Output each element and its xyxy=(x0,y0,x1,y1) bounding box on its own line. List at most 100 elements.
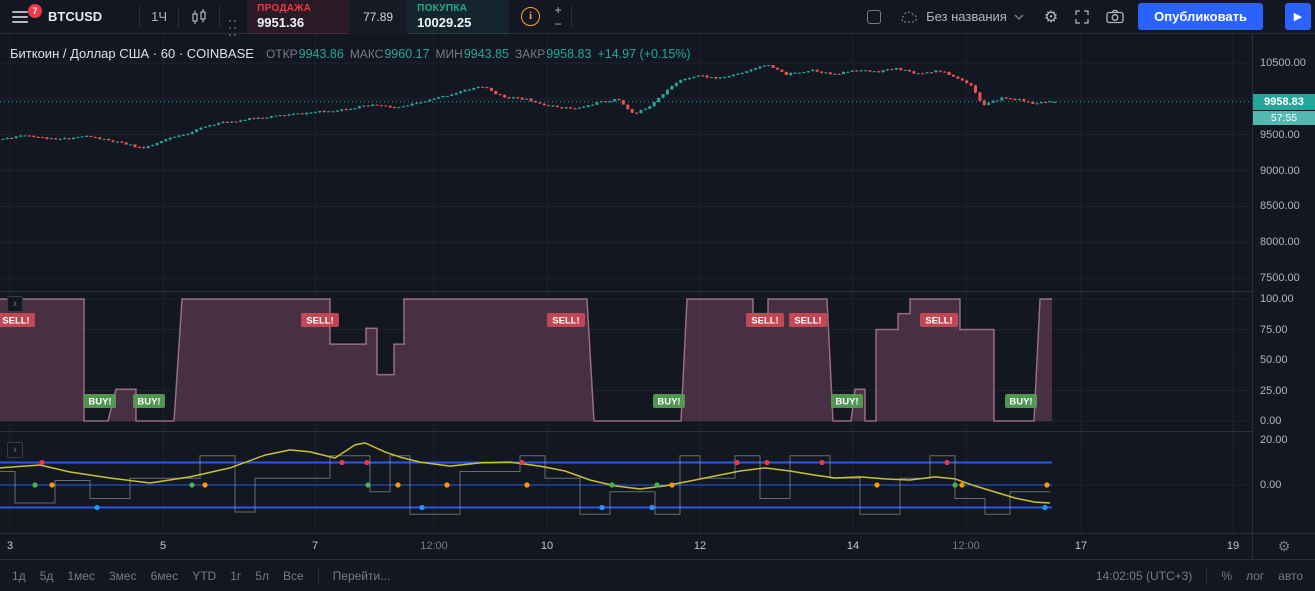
drag-handle[interactable] xyxy=(229,9,239,36)
tradingview-chart-app: 7 BTCUSD 1Ч ПРОДАЖА 9951.36 77.89 ПОКУПК… xyxy=(0,0,1315,591)
chevron-down-icon xyxy=(1014,13,1024,20)
open-label: ОТКР xyxy=(265,47,298,61)
time-axis[interactable]: 3 5 7 12:00 10 12 14 12:00 17 19 xyxy=(0,533,1253,560)
price-axis-label: 100.00 xyxy=(1260,293,1294,305)
candlestick-chart[interactable] xyxy=(0,34,1252,291)
pane-separator[interactable] xyxy=(0,431,1315,432)
range-1y[interactable]: 1г xyxy=(230,569,241,583)
candlestick-icon xyxy=(192,8,206,24)
minus-button[interactable]: − xyxy=(548,17,568,31)
svg-text:BUY!: BUY! xyxy=(88,397,111,408)
sell-price: 9951.36 xyxy=(257,15,305,30)
auto-scale-button[interactable]: авто xyxy=(1278,569,1303,583)
time-axis-label: 12:00 xyxy=(952,540,980,552)
time-axis-label: 5 xyxy=(159,540,167,552)
screenshot-button[interactable] xyxy=(1104,7,1126,26)
svg-text:BUY!: BUY! xyxy=(1009,397,1032,408)
legend-open: ОТКР 9943.86 xyxy=(266,47,344,61)
legend-high: МАКС 9960.17 xyxy=(350,47,430,61)
svg-text:SELL!: SELL! xyxy=(925,316,952,327)
play-panel-button[interactable]: ▶ xyxy=(1285,3,1311,30)
settings-button[interactable]: ⚙ xyxy=(1042,7,1060,27)
signal-area-chart[interactable]: SELL! SELL! SELL! SELL! SELL! SELL! BUY! BUY! BU… xyxy=(0,291,1252,431)
svg-text:SELL!: SELL! xyxy=(552,316,579,327)
range-6m[interactable]: 6мес xyxy=(151,569,179,583)
chart-style-button[interactable] xyxy=(182,3,216,31)
change-value: +14.97 (+0.15%) xyxy=(597,47,691,61)
time-axis-label: 14 xyxy=(846,540,860,552)
cloud-icon xyxy=(901,11,918,23)
log-scale-button[interactable]: лог xyxy=(1246,569,1264,583)
price-axis[interactable]: 0.00 20.00 0.00 25.00 50.00 75.00 100.00 7500.0… xyxy=(1252,34,1315,533)
symbol-button[interactable]: BTCUSD xyxy=(38,3,136,31)
buy-price: 10029.25 xyxy=(417,15,472,30)
time-axis-label: 3 xyxy=(6,540,14,552)
time-axis-label: 7 xyxy=(311,540,319,552)
price-axis-label: 8000.00 xyxy=(1260,236,1300,248)
price-axis-label: 0.00 xyxy=(1260,479,1282,491)
collapse-pane-button[interactable]: › xyxy=(7,442,23,458)
toolbar-separator xyxy=(178,5,180,28)
time-axis-label: 12 xyxy=(693,540,707,552)
trade-widget: ПРОДАЖА 9951.36 77.89 ПОКУПКА 10029.25 xyxy=(247,0,510,34)
bottom-toolbar: 1д 5д 1мес 3мес 6мес YTD 1г 5л Все Перей… xyxy=(0,559,1315,591)
axis-settings-corner[interactable]: ⚙ xyxy=(1252,533,1315,560)
plus-button[interactable]: + xyxy=(548,3,568,17)
main-menu-button[interactable]: 7 xyxy=(6,3,42,31)
fullscreen-button[interactable] xyxy=(1072,7,1092,27)
range-1m[interactable]: 1мес xyxy=(67,569,95,583)
top-toolbar: 7 BTCUSD 1Ч ПРОДАЖА 9951.36 77.89 ПОКУПК… xyxy=(0,0,1315,36)
layout-name-button[interactable]: Без названия xyxy=(893,8,1030,25)
interval-button[interactable]: 1Ч xyxy=(143,3,175,31)
buy-button[interactable]: ПОКУПКА 10029.25 xyxy=(407,0,510,34)
close-label: ЗАКР xyxy=(515,47,546,61)
svg-text:BUY!: BUY! xyxy=(137,397,160,408)
range-all[interactable]: Все xyxy=(283,569,304,583)
time-axis-label: 12:00 xyxy=(420,540,448,552)
svg-text:BUY!: BUY! xyxy=(657,397,680,408)
price-axis-label: 7500.00 xyxy=(1260,272,1300,284)
legend-close: ЗАКР 9958.83 xyxy=(515,47,591,61)
price-axis-label: 9500.00 xyxy=(1260,129,1300,141)
last-price-tag: 9958.83 xyxy=(1253,94,1315,110)
close-value: 9958.83 xyxy=(546,47,592,61)
time-axis-label: 17 xyxy=(1074,540,1088,552)
time-axis-label: 10 xyxy=(540,540,554,552)
publish-button[interactable]: Опубликовать xyxy=(1138,3,1263,30)
range-ytd[interactable]: YTD xyxy=(192,569,216,583)
price-axis-label: 9000.00 xyxy=(1260,165,1300,177)
legend-title[interactable]: Биткоин / Доллар США · 60 · COINBASE xyxy=(10,46,254,61)
clock[interactable]: 14:02:05 (UTC+3) xyxy=(1096,569,1192,583)
toolbar-separator xyxy=(219,5,221,28)
chart-legend: Биткоин / Доллар США · 60 · COINBASE ОТК… xyxy=(10,46,691,61)
svg-text:BUY!: BUY! xyxy=(835,397,858,408)
percent-scale-button[interactable]: % xyxy=(1221,569,1232,583)
goto-date-button[interactable]: Перейти... xyxy=(333,569,391,583)
range-1d[interactable]: 1д xyxy=(12,569,26,583)
range-5y[interactable]: 5л xyxy=(255,569,269,583)
collapse-pane-button[interactable]: › xyxy=(7,296,23,312)
low-label: МИН xyxy=(435,47,463,61)
sell-label: ПРОДАЖА xyxy=(257,3,312,14)
range-3m[interactable]: 3мес xyxy=(109,569,137,583)
oscillator-chart[interactable] xyxy=(0,431,1252,533)
info-button[interactable]: i xyxy=(517,7,544,26)
spread-value: 77.89 xyxy=(349,0,408,34)
layout-name: Без названия xyxy=(926,9,1007,24)
svg-text:SELL!: SELL! xyxy=(794,316,821,327)
checkbox-button[interactable] xyxy=(867,9,882,24)
bar-countdown: 57:55 xyxy=(1253,111,1315,125)
toolbar-separator xyxy=(571,5,573,28)
sell-button[interactable]: ПРОДАЖА 9951.36 xyxy=(247,0,350,34)
range-5d[interactable]: 5д xyxy=(40,569,54,583)
gear-icon: ⚙ xyxy=(1277,539,1291,555)
trade-qty-controls: + − xyxy=(548,3,568,31)
price-axis-label: 10500.00 xyxy=(1260,57,1306,69)
high-label: МАКС xyxy=(349,47,384,61)
toolbar-separator xyxy=(139,5,141,28)
fullscreen-icon xyxy=(1075,9,1089,24)
price-axis-label: 25.00 xyxy=(1260,385,1288,397)
pane-separator[interactable] xyxy=(0,291,1315,292)
time-axis-label: 19 xyxy=(1226,540,1240,552)
legend-low: МИН 9943.85 xyxy=(436,47,509,61)
